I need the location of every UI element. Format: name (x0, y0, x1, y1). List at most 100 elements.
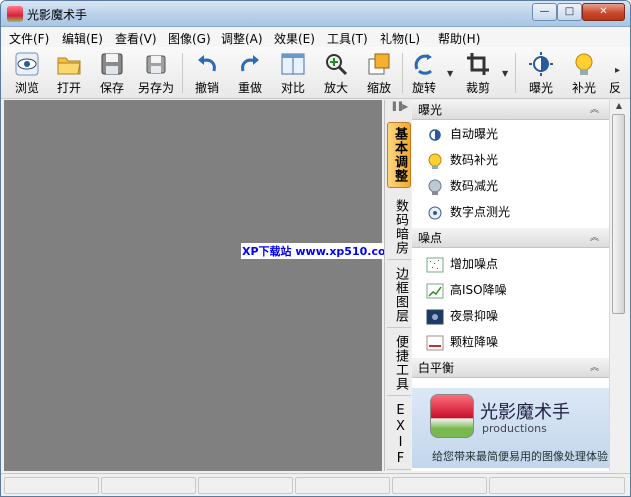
menu-file[interactable]: 文件(F) (9, 30, 49, 47)
status-pane (4, 477, 99, 494)
menu-edit[interactable]: 编辑(E) (62, 30, 103, 47)
redo-label: 重做 (237, 81, 262, 95)
tab-exif[interactable]: EXIF (387, 400, 411, 470)
toolbar-divider (515, 53, 516, 93)
menu-tools[interactable]: 工具(T) (327, 30, 368, 47)
save-button[interactable]: 保存 (92, 49, 132, 97)
floppy-disk-icon (101, 53, 123, 75)
toolbar-overflow-icon[interactable]: ▸ (615, 65, 620, 76)
denoise-chart-icon (426, 283, 444, 298)
fill-light-button[interactable]: 补光 (564, 49, 604, 97)
item-label: 夜景抑噪 (450, 309, 499, 323)
save-as-button[interactable]: 另存为 (135, 49, 177, 97)
compare-button[interactable]: 对比 (273, 49, 313, 97)
open-button[interactable]: 打开 (49, 49, 89, 97)
exposure-icon (529, 52, 553, 76)
collapse-icon[interactable]: ︽ (590, 358, 599, 378)
list-item-reduce-light[interactable]: 数码减光 (426, 175, 498, 197)
toolbar-divider (402, 53, 403, 93)
grain-icon (426, 335, 444, 350)
undo-label: 撤销 (194, 81, 219, 95)
browse-label: 浏览 (14, 81, 39, 95)
tab-quick-tools[interactable]: 便捷工具 (387, 330, 411, 396)
compare-icon (281, 53, 305, 75)
menu-view[interactable]: 查看(V) (115, 30, 157, 47)
menu-gifts[interactable]: 礼物(L) (380, 30, 420, 47)
status-pane (295, 477, 390, 494)
open-label: 打开 (56, 81, 81, 95)
exposure-icon (429, 128, 441, 141)
undo-icon (198, 55, 216, 72)
list-item-night-denoise[interactable]: 夜景抑噪 (426, 305, 498, 327)
toolbar-divider (182, 53, 183, 93)
item-label: 高ISO降噪 (450, 283, 507, 297)
resize-button[interactable]: 缩放 (359, 49, 399, 97)
resize-label: 缩放 (366, 81, 391, 95)
section-title: 白平衡 (418, 361, 455, 375)
crop-label: 裁剪 (465, 81, 490, 95)
lightbulb-icon (575, 53, 593, 75)
menu-adjust[interactable]: 调整(A) (221, 30, 263, 47)
scroll-thumb[interactable] (612, 114, 625, 314)
crop-dropdown-icon[interactable]: ▼ (502, 69, 508, 78)
eye-icon (15, 52, 39, 76)
lightbulb-icon (428, 153, 442, 169)
spot-metering-icon (428, 206, 442, 219)
section-title: 噪点 (418, 231, 443, 245)
collapse-icon[interactable]: ︽ (590, 228, 599, 248)
collapse-icon[interactable]: ︽ (590, 100, 599, 120)
dim-bulb-icon (428, 179, 442, 195)
image-canvas[interactable] (4, 100, 382, 471)
crop-icon (467, 53, 489, 75)
section-header-noise[interactable]: 噪点 ︽ (412, 228, 609, 248)
list-item-auto-exposure[interactable]: 自动曝光 (426, 123, 498, 145)
night-icon (426, 309, 444, 324)
browse-button[interactable]: 浏览 (7, 49, 47, 97)
tab-basic-adjust[interactable]: 基本调整 (387, 122, 411, 188)
rotate-button[interactable]: 旋转 (404, 49, 444, 97)
menu-effects[interactable]: 效果(E) (274, 30, 315, 47)
toolbar-overflow-label[interactable]: 反 (609, 79, 621, 96)
menu-image[interactable]: 图像(G) (168, 30, 211, 47)
rotate-label: 旋转 (411, 81, 436, 95)
list-item-grain-denoise[interactable]: 颗粒降噪 (426, 331, 498, 353)
menu-help[interactable]: 帮助(H) (438, 30, 480, 47)
crop-button[interactable]: 裁剪 (458, 49, 498, 97)
status-bar (1, 473, 630, 496)
undo-button[interactable]: 撤销 (187, 49, 227, 97)
list-item-high-iso-denoise[interactable]: 高ISO降噪 (426, 279, 507, 301)
panel-toggle-icon[interactable]: ▐▐▶ (387, 102, 411, 114)
redo-button[interactable]: 重做 (230, 49, 270, 97)
fill-light-label: 补光 (571, 81, 596, 95)
window-title: 光影魔术手 (27, 8, 88, 22)
list-item-spot-metering[interactable]: 数字点测光 (426, 201, 510, 223)
status-pane (101, 477, 196, 494)
promo-slogan: 给您带来最简便易用的图像处理体验 (432, 450, 608, 463)
maximize-button[interactable]: □ (557, 3, 582, 21)
noise-icon (426, 257, 444, 272)
panel-scrollbar[interactable]: ▲ (609, 100, 627, 471)
list-item-add-noise[interactable]: 增加噪点 (426, 253, 498, 275)
section-header-white-balance[interactable]: 白平衡 ︽ (412, 358, 609, 378)
tab-digital-darkroom[interactable]: 数码暗房 (387, 194, 411, 260)
close-button[interactable]: ✕ (582, 3, 625, 21)
resize-icon (368, 53, 390, 75)
scroll-up-icon[interactable]: ▲ (613, 101, 625, 110)
rotate-dropdown-icon[interactable]: ▼ (447, 69, 453, 78)
item-label: 自动曝光 (450, 127, 499, 141)
section-title: 曝光 (418, 103, 443, 117)
item-label: 颗粒降噪 (450, 335, 499, 349)
minimize-button[interactable]: — (532, 3, 557, 21)
item-label: 数码补光 (450, 153, 499, 167)
promo-banner[interactable]: 光影魔术手 productions 给您带来最简便易用的图像处理体验 (412, 388, 609, 468)
zoom-in-button[interactable]: 放大 (316, 49, 356, 97)
app-window: 光影魔术手 — □ ✕ 文件(F) 编辑(E) 查看(V) 图像(G) 调整(A… (0, 0, 631, 497)
section-header-exposure[interactable]: 曝光 ︽ (412, 100, 609, 120)
item-label: 增加噪点 (450, 257, 499, 271)
tab-frame-layer[interactable]: 边框图层 (387, 262, 411, 328)
toolbar: 浏览 打开 保存 另存为 撤销 重做 对比 放大 缩放 旋转 ▼ 裁剪 ▼ 曝光… (1, 47, 630, 99)
exposure-button[interactable]: 曝光 (521, 49, 561, 97)
status-pane (198, 477, 293, 494)
list-item-fill-light[interactable]: 数码补光 (426, 149, 498, 171)
promo-subtitle: productions (482, 422, 547, 435)
